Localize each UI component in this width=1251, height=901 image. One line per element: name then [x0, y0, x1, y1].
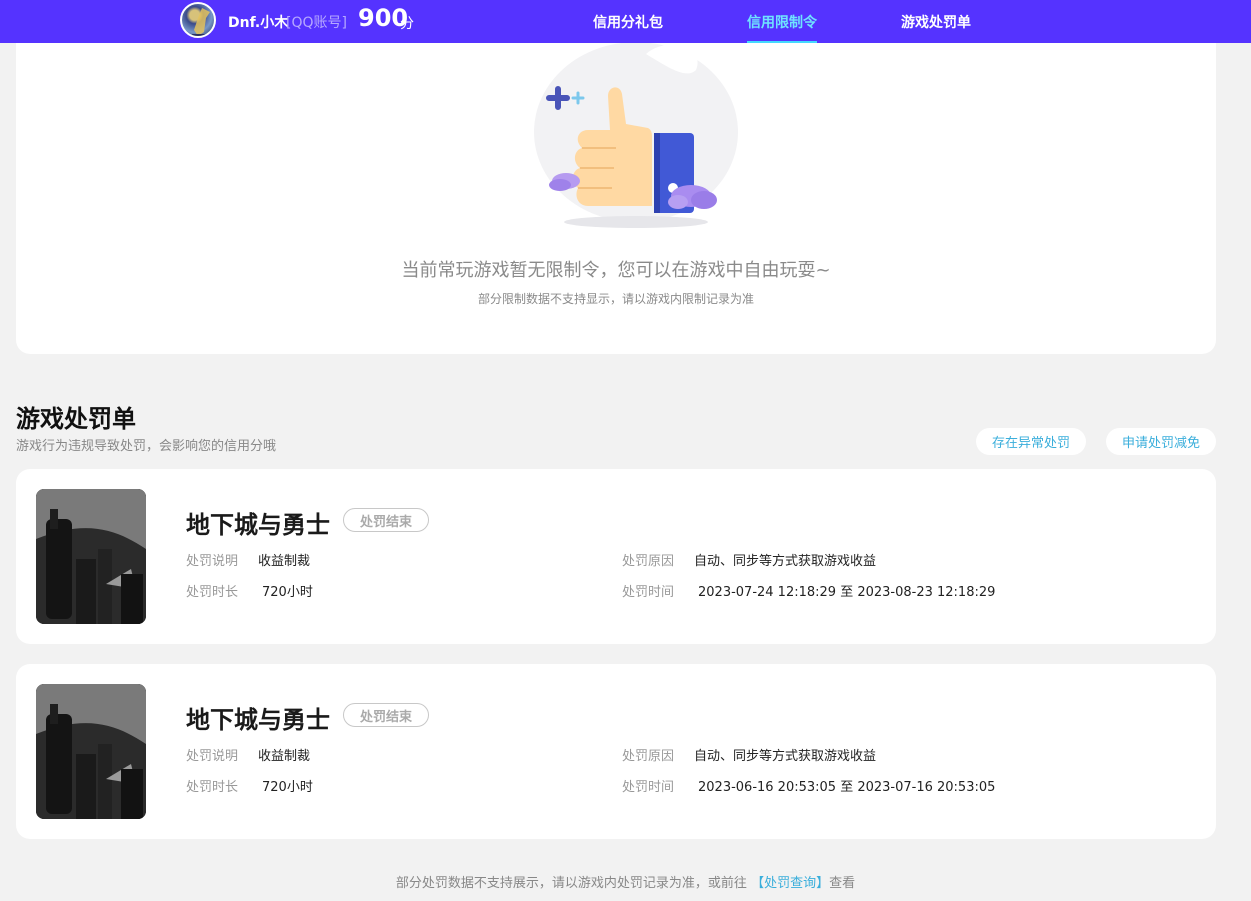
status-badge: 处罚结束 [343, 508, 429, 532]
game-cover-art-icon [36, 489, 146, 624]
duration-label: 处罚时长 [186, 585, 239, 600]
duration-label: 处罚时长 [186, 780, 239, 795]
penalty-section-subtitle: 游戏行为违规导致处罚，会影响您的信用分哦 [16, 439, 277, 454]
tab-credit-restriction[interactable]: 信用限制令 [747, 12, 817, 43]
game-cover-image [36, 684, 146, 819]
user-name: Dnf.小木 [228, 15, 289, 31]
abnormal-penalty-button[interactable]: 存在异常处罚 [976, 428, 1086, 455]
penalty-section-title: 游戏处罚单 [16, 405, 136, 433]
footer-note-text: 部分处罚数据不支持展示，请以游戏内处罚记录为准，或前往 [395, 876, 747, 891]
apply-reduction-button[interactable]: 申请处罚减免 [1106, 428, 1216, 455]
game-cover-image [36, 489, 146, 624]
footer-note-suffix: 查看 [829, 876, 856, 891]
empty-state-title: 当前常玩游戏暂无限制令，您可以在游戏中自由玩耍~ [401, 260, 831, 281]
time-value: 2023-07-24 12:18:29 至 2023-08-23 12:18:2… [698, 585, 996, 600]
penalty-query-link[interactable]: 【处罚查询】 [751, 876, 829, 891]
penalty-record-card: 地下城与勇士 处罚结束 处罚说明 收益制裁 处罚时长 720小时 处罚原因 自动… [16, 664, 1216, 839]
restriction-card: 当前常玩游戏暂无限制令，您可以在游戏中自由玩耍~ 部分限制数据不支持显示，请以游… [16, 30, 1216, 354]
time-label: 处罚时间 [622, 780, 675, 795]
description-value: 收益制裁 [258, 749, 311, 764]
reason-label: 处罚原因 [622, 749, 675, 764]
time-label: 处罚时间 [622, 585, 675, 600]
description-label: 处罚说明 [186, 749, 239, 764]
account-type: [QQ账号] [286, 15, 347, 31]
reason-label: 处罚原因 [622, 554, 675, 569]
reason-value: 自动、同步等方式获取游戏收益 [694, 554, 877, 569]
game-name: 地下城与勇士 [186, 511, 330, 539]
duration-value: 720小时 [262, 780, 313, 795]
credit-score-unit: 分 [400, 16, 414, 32]
tab-game-penalty[interactable]: 游戏处罚单 [901, 12, 971, 43]
footer-note: 部分处罚数据不支持展示，请以游戏内处罚记录为准，或前往 【处罚查询】查看 [0, 872, 1251, 891]
game-name: 地下城与勇士 [186, 706, 330, 734]
time-value: 2023-06-16 20:53:05 至 2023-07-16 20:53:0… [698, 780, 996, 795]
duration-value: 720小时 [262, 585, 313, 600]
avatar-figure-icon [192, 8, 210, 36]
status-badge: 处罚结束 [343, 703, 429, 727]
description-value: 收益制裁 [258, 554, 311, 569]
penalty-record-card: 地下城与勇士 处罚结束 处罚说明 收益制裁 处罚时长 720小时 处罚原因 自动… [16, 469, 1216, 644]
description-label: 处罚说明 [186, 554, 239, 569]
empty-state-subtitle: 部分限制数据不支持显示，请以游戏内限制记录为准 [477, 292, 754, 306]
user-avatar[interactable] [180, 2, 216, 38]
thumbs-up-illustration-icon [534, 42, 738, 228]
game-cover-art-icon [36, 684, 146, 819]
reason-value: 自动、同步等方式获取游戏收益 [694, 749, 877, 764]
tab-credit-gift[interactable]: 信用分礼包 [593, 12, 663, 43]
top-nav-bar: Dnf.小木 [QQ账号] 900 分 信用分礼包 信用限制令 游戏处罚单 [0, 0, 1251, 43]
